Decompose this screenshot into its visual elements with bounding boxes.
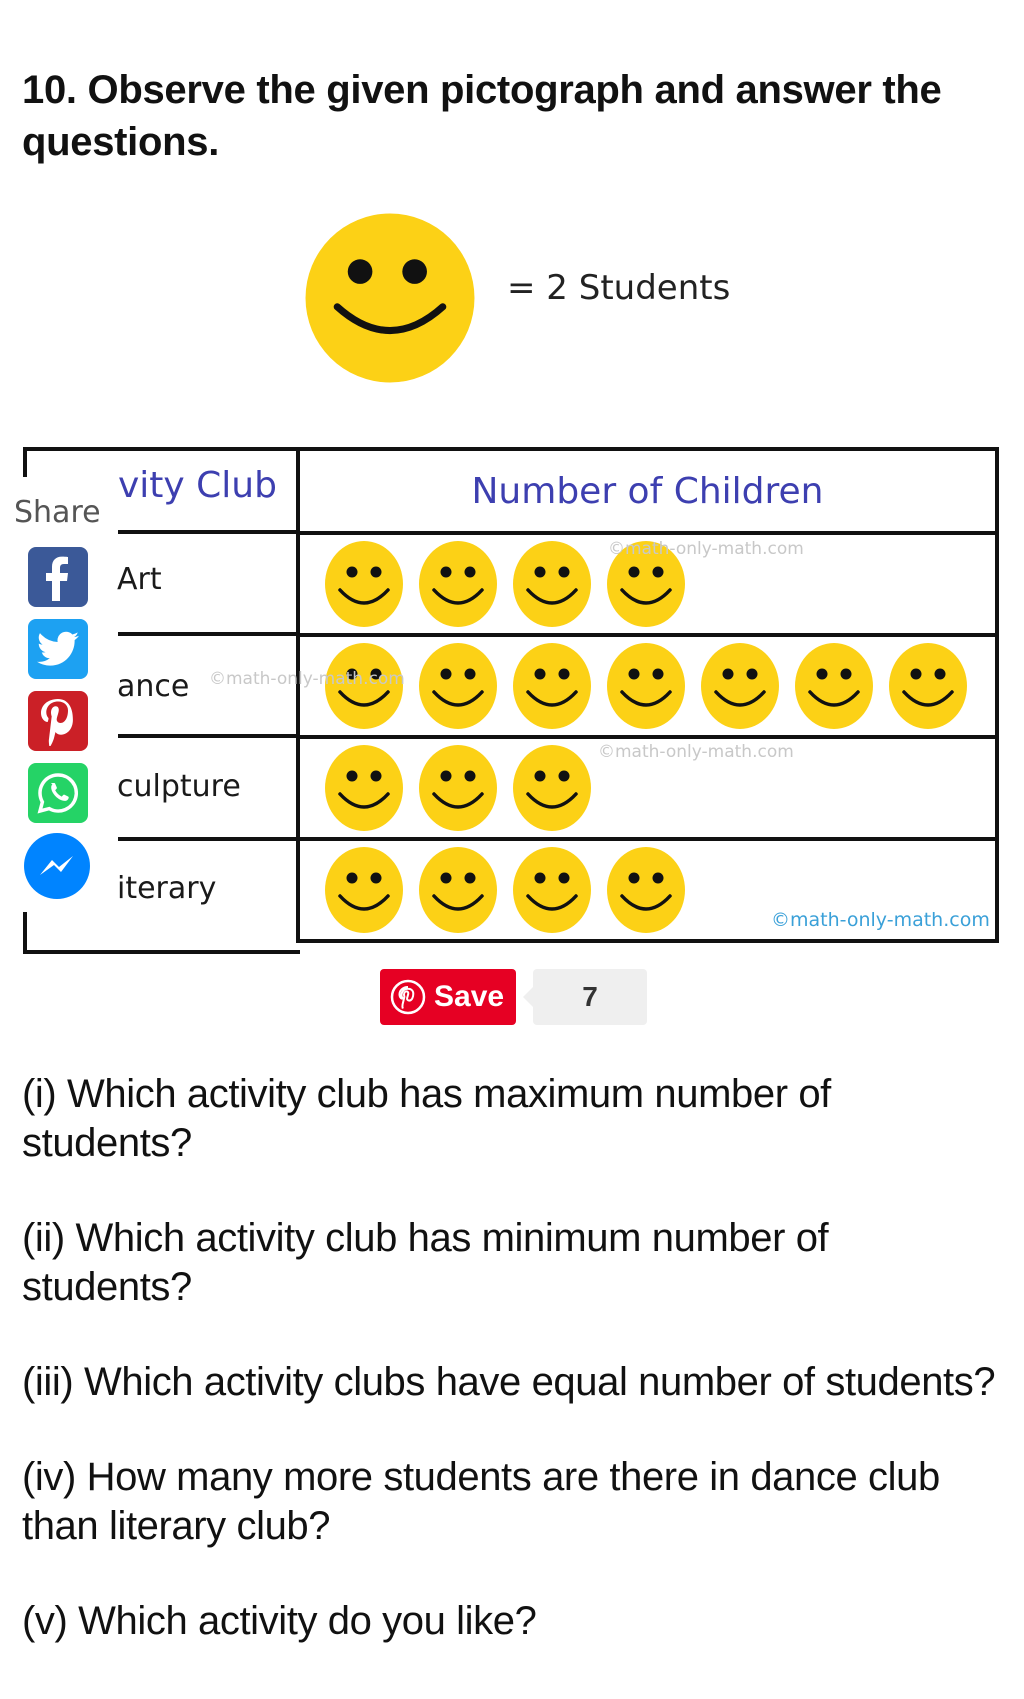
row-label-literary: iterary (117, 871, 217, 906)
save-count: 7 (523, 969, 647, 1025)
question-item: (ii) Which activity club has minimum num… (22, 1216, 829, 1309)
smiley-icon (607, 847, 685, 933)
header-number-of-children: Number of Children (296, 447, 999, 535)
pictograph-grid: Number of Children (296, 447, 999, 943)
smiley-icon (607, 643, 685, 729)
smiley-icon (419, 541, 497, 627)
smiley-icon (513, 745, 591, 831)
save-label: Save (434, 980, 505, 1013)
whatsapp-icon (37, 773, 79, 814)
row-label-art: Art (117, 562, 162, 597)
question-list: (i) Which activity club has maximum numb… (22, 1070, 1002, 1692)
header-activity-club: vity Club (118, 465, 277, 506)
pinterest-icon (41, 699, 73, 746)
smiley-icon (325, 745, 403, 831)
share-whatsapp-button[interactable] (28, 763, 88, 823)
row-label-sculpture: culpture (117, 769, 241, 804)
facebook-icon (46, 556, 68, 601)
smiley-key-icon (305, 213, 475, 383)
messenger-icon (40, 856, 73, 875)
share-label: Share (12, 495, 103, 530)
smiley-icon (419, 643, 497, 729)
question-title: 10. Observe the given pictograph and ans… (22, 68, 942, 164)
pinterest-icon (390, 979, 426, 1015)
watermark: ©math-only-math.com (209, 669, 405, 689)
question-item: (v) Which activity do you like? (22, 1599, 537, 1643)
smiley-icon (795, 643, 873, 729)
question-item: (iii) Which activity clubs have equal nu… (22, 1360, 996, 1404)
question-item: (i) Which activity club has maximum numb… (22, 1072, 831, 1165)
table-border (23, 912, 27, 954)
table-border (23, 950, 300, 954)
share-twitter-button[interactable] (28, 619, 88, 679)
smiley-icon (325, 847, 403, 933)
share-facebook-button[interactable] (28, 547, 88, 607)
smiley-icon (325, 541, 403, 627)
watermark: ©math-only-math.com (598, 742, 794, 762)
share-messenger-button[interactable] (24, 833, 90, 899)
key-text: = 2 Students (507, 268, 731, 308)
smiley-icon (513, 847, 591, 933)
smiley-icon (419, 847, 497, 933)
table-border (23, 447, 300, 451)
smiley-icon (419, 745, 497, 831)
pictograph-key: = 2 Students (302, 210, 782, 390)
smiley-icon (889, 643, 967, 729)
smiley-icon (513, 643, 591, 729)
smiley-icon (701, 643, 779, 729)
pinterest-save-button[interactable]: Save (380, 969, 516, 1025)
watermark: ©math-only-math.com (608, 539, 804, 559)
share-pinterest-button[interactable] (28, 691, 88, 751)
pictograph-table: vity Club Art ance culpture iterary Numb… (23, 447, 999, 954)
table-border (23, 447, 27, 477)
share-sidebar: Share (12, 495, 108, 899)
twitter-icon (37, 631, 79, 666)
smiley-icon (513, 541, 591, 627)
question-item: (iv) How many more students are there in… (22, 1455, 940, 1548)
watermark: ©math-only-math.com (771, 909, 990, 931)
